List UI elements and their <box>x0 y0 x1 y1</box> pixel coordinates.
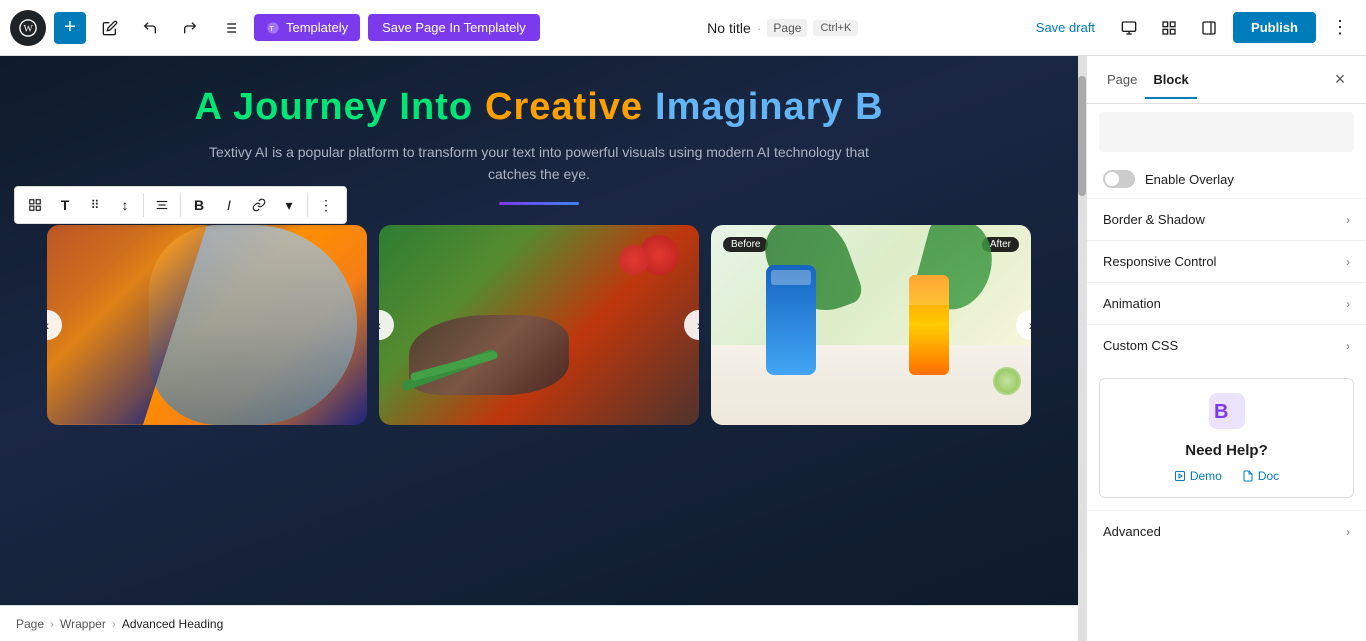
canvas-area: T ⠿ ↕ B I ▾ ⋮ A <box>0 56 1078 641</box>
breadcrumb-current: Advanced Heading <box>122 617 223 631</box>
chevron-custom-css-icon: › <box>1346 339 1350 353</box>
hero-title-word3: Imaginary B <box>655 86 884 129</box>
chevron-advanced-icon: › <box>1346 525 1350 539</box>
title-area: No title · Page Ctrl+K <box>548 19 1018 37</box>
doc-link[interactable]: Doc <box>1242 469 1279 483</box>
panel-close-button[interactable]: × <box>1326 66 1354 94</box>
hero-title: A Journey Into Creative Imaginary B <box>194 86 883 129</box>
demo-link[interactable]: Demo <box>1174 469 1222 483</box>
more-block-options-button[interactable]: ⋮ <box>312 191 340 219</box>
view-mode-button[interactable] <box>1113 12 1145 44</box>
save-draft-button[interactable]: Save draft <box>1026 14 1105 41</box>
hero-subtitle: Textivy AI is a popular platform to tran… <box>199 141 879 186</box>
orange-drink <box>909 275 949 375</box>
tab-block[interactable]: Block <box>1145 60 1196 99</box>
link-button[interactable] <box>245 191 273 219</box>
page-title: No title <box>707 20 751 36</box>
enable-overlay-toggle[interactable] <box>1103 170 1135 188</box>
hero-title-word1: A Journey Into <box>194 86 473 129</box>
publish-button[interactable]: Publish <box>1233 12 1316 43</box>
hero-title-word2: Creative <box>485 86 643 129</box>
enable-overlay-row: Enable Overlay <box>1087 160 1366 198</box>
accordion-custom-css[interactable]: Custom CSS › <box>1087 324 1366 366</box>
add-block-button[interactable]: + <box>54 12 86 44</box>
gallery-row: ‹ ‹ <box>0 225 1078 425</box>
text-type-button[interactable]: T <box>51 191 79 219</box>
accordion-label-animation: Animation <box>1103 296 1346 311</box>
chevron-border-shadow-icon: › <box>1346 213 1350 227</box>
art-visual <box>47 225 367 425</box>
svg-text:T: T <box>270 25 275 32</box>
svg-text:W: W <box>24 23 34 34</box>
redo-button[interactable] <box>174 12 206 44</box>
accordion-label-advanced: Advanced <box>1103 524 1346 539</box>
toolbar-separator <box>143 193 144 217</box>
wp-logo[interactable]: W <box>10 10 46 46</box>
chevron-animation-icon: › <box>1346 297 1350 311</box>
main-area: T ⠿ ↕ B I ▾ ⋮ A <box>0 56 1366 641</box>
before-badge: Before <box>723 237 768 252</box>
canvas-content: A Journey Into Creative Imaginary B Text… <box>0 56 1078 605</box>
canvas-scrollbar[interactable] <box>1078 56 1086 641</box>
breadcrumb-bar: Page › Wrapper › Advanced Heading <box>0 605 1078 641</box>
toolbar-separator-2 <box>180 193 181 217</box>
accordion-border-shadow[interactable]: Border & Shadow › <box>1087 198 1366 240</box>
align-button[interactable] <box>148 191 176 219</box>
keyboard-shortcut-hint: Ctrl+K <box>813 20 858 36</box>
tab-page[interactable]: Page <box>1099 60 1145 99</box>
toggle-knob <box>1105 172 1119 186</box>
toolbar-separator-3 <box>307 193 308 217</box>
need-help-links: Demo Doc <box>1114 469 1339 483</box>
sidebar-toggle-button[interactable] <box>1193 12 1225 44</box>
save-page-in-templately-button[interactable]: Save Page In Templately <box>368 14 540 41</box>
need-help-box: B Need Help? Demo Doc <box>1099 378 1354 498</box>
accordion-label-responsive: Responsive Control <box>1103 254 1346 269</box>
accordion-label-border-shadow: Border & Shadow <box>1103 212 1346 227</box>
more-options-button[interactable]: ⋮ <box>1324 12 1356 44</box>
gallery-card-food: ‹ › <box>379 225 699 425</box>
accordion-label-custom-css: Custom CSS <box>1103 338 1346 353</box>
templately-button[interactable]: T Templately <box>254 14 360 41</box>
hero-section: A Journey Into Creative Imaginary B Text… <box>0 56 1078 605</box>
block-type-icon-button[interactable] <box>21 191 49 219</box>
link-dropdown-button[interactable]: ▾ <box>275 191 303 219</box>
need-help-title: Need Help? <box>1114 442 1339 459</box>
bold-button[interactable]: B <box>185 191 213 219</box>
accordion-advanced[interactable]: Advanced › <box>1087 510 1366 552</box>
settings-button[interactable] <box>1153 12 1185 44</box>
food-visual <box>379 225 699 425</box>
undo-button[interactable] <box>134 12 166 44</box>
gallery-card-drink: Before After <box>711 225 1031 425</box>
edit-tool-button[interactable] <box>94 12 126 44</box>
italic-button[interactable]: I <box>215 191 243 219</box>
hero-divider <box>499 202 579 205</box>
blue-can <box>766 265 816 375</box>
accordion-animation[interactable]: Animation › <box>1087 282 1366 324</box>
panel-tabs: Page Block × <box>1087 56 1366 104</box>
block-toolbar: T ⠿ ↕ B I ▾ ⋮ <box>14 186 347 224</box>
drag-handle-button[interactable]: ⠿ <box>81 191 109 219</box>
top-toolbar: W + T Templately Save Page In Templately… <box>0 0 1366 56</box>
panel-search-bar <box>1099 112 1354 152</box>
chevron-responsive-icon: › <box>1346 255 1350 269</box>
breadcrumb-page[interactable]: Page <box>16 617 44 631</box>
scrollbar-thumb[interactable] <box>1078 76 1086 196</box>
page-type-badge: Page <box>767 19 807 37</box>
enable-overlay-label: Enable Overlay <box>1145 172 1234 187</box>
gallery-card-art: ‹ <box>47 225 367 425</box>
breadcrumb-wrapper[interactable]: Wrapper <box>60 617 106 631</box>
accordion-responsive-control[interactable]: Responsive Control › <box>1087 240 1366 282</box>
drink-visual: Before After <box>711 225 1031 425</box>
need-help-logo-icon: B <box>1114 393 1339 436</box>
right-panel: Page Block × Enable Overlay Border & Sha… <box>1086 56 1366 641</box>
svg-text:B: B <box>1214 401 1228 423</box>
list-view-button[interactable] <box>214 12 246 44</box>
move-arrows-button[interactable]: ↕ <box>111 191 139 219</box>
